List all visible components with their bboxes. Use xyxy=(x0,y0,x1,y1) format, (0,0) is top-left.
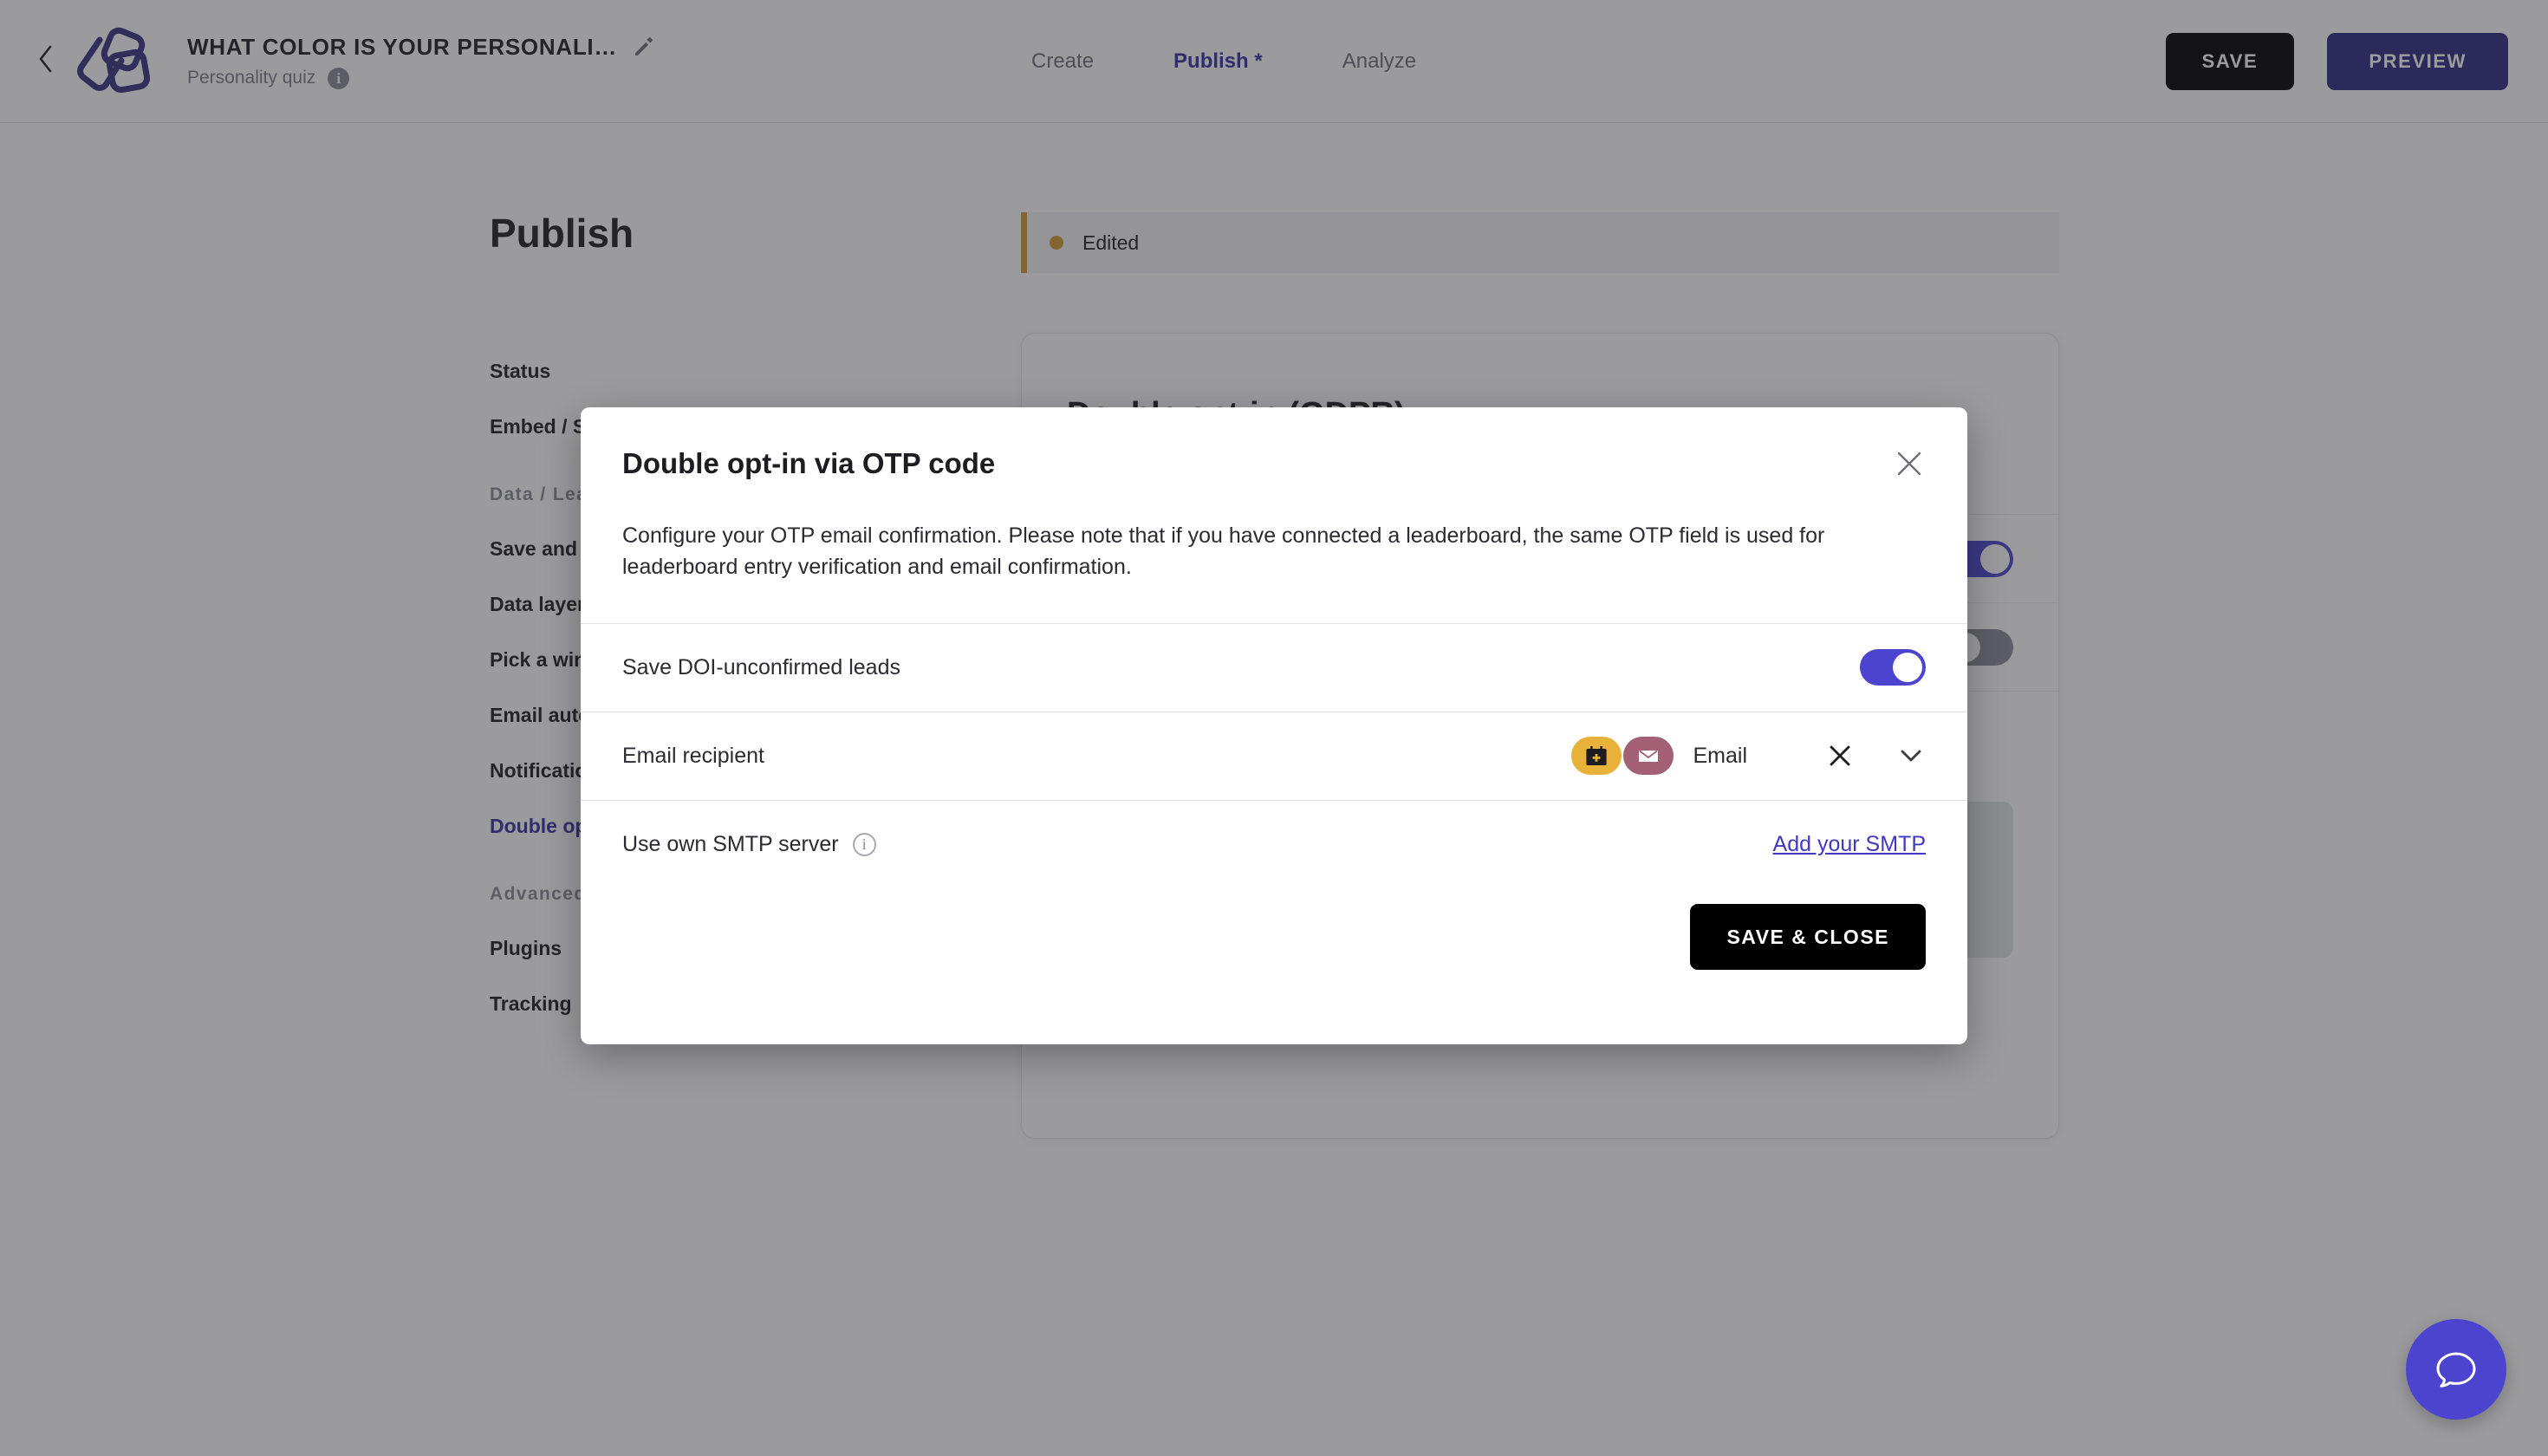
modal-footer: SAVE & CLOSE xyxy=(581,850,1967,1044)
close-icon[interactable] xyxy=(1889,444,1929,484)
modal-header: Double opt-in via OTP code xyxy=(581,407,1967,520)
double-opt-in-otp-modal: Double opt-in via OTP code Configure you… xyxy=(581,407,1967,1044)
calendar-plus-icon[interactable] xyxy=(1571,737,1622,775)
chat-bubble-icon[interactable] xyxy=(2406,1319,2506,1420)
row-label: Email recipient xyxy=(622,743,764,768)
row-label: Save DOI-unconfirmed leads xyxy=(622,654,900,679)
close-icon[interactable] xyxy=(1825,741,1855,770)
recipient-value: Email xyxy=(1693,743,1747,768)
modal-rows: Save DOI-unconfirmed leads Email recipie… xyxy=(581,622,1967,888)
save-and-close-button[interactable]: SAVE & CLOSE xyxy=(1690,904,1926,970)
envelope-icon[interactable] xyxy=(1623,737,1674,775)
chevron-down-icon[interactable] xyxy=(1896,741,1926,770)
recipient-field-chips xyxy=(1571,737,1674,775)
row-email-recipient: Email recipient Email xyxy=(581,711,1967,800)
row-save-doi-unconfirmed-leads: Save DOI-unconfirmed leads xyxy=(581,622,1967,712)
save-doi-toggle[interactable] xyxy=(1860,649,1926,686)
modal-description: Configure your OTP email confirmation. P… xyxy=(622,523,1825,580)
modal-title: Double opt-in via OTP code xyxy=(622,447,996,479)
toggle-knob xyxy=(1893,653,1922,682)
